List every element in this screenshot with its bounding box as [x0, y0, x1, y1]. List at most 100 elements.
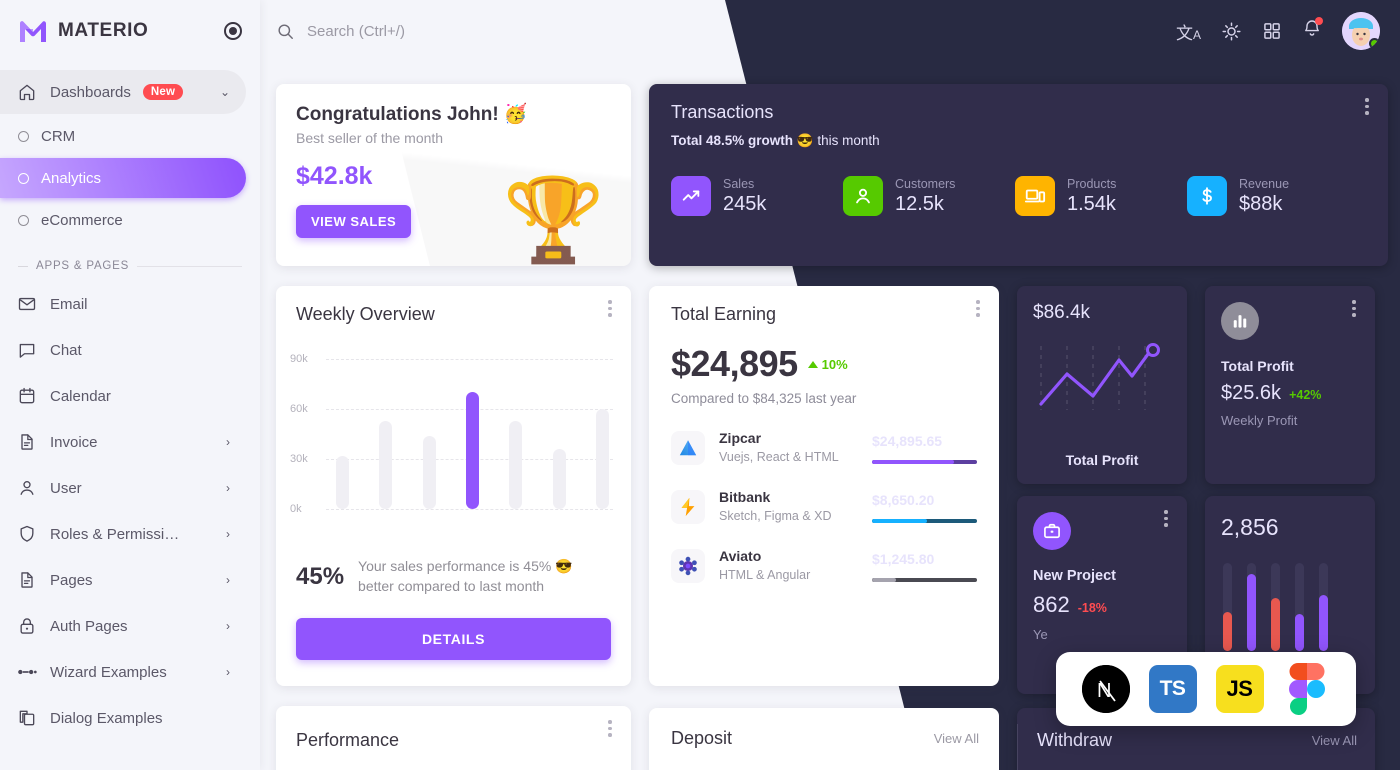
bitbank-logo — [671, 490, 705, 524]
item-amount-block: $1,245.80 — [872, 551, 977, 582]
chevron-right-icon[interactable]: › — [226, 619, 230, 633]
new-project-menu-button[interactable] — [1157, 510, 1175, 527]
tech-logo-panel: N TS JS — [1056, 652, 1356, 726]
item-desc: HTML & Angular — [719, 568, 811, 582]
sidebar-item-crm[interactable]: CRM — [0, 116, 246, 156]
transactions-card: Transactions Total 48.5% growth 😎 this m… — [649, 84, 1388, 266]
withdraw-view-all-link[interactable]: View All — [1312, 733, 1357, 748]
total-earning-title: Total Earning — [671, 304, 777, 324]
circle-outline-icon — [18, 214, 29, 226]
bar-th[interactable] — [465, 392, 479, 509]
sidebar-item-calendar[interactable]: Calendar — [0, 374, 246, 418]
sidebar-item-chat[interactable]: Chat — [0, 328, 246, 372]
transactions-growth: Total 48.5% growth 😎 — [671, 133, 814, 148]
list-item[interactable]: Aviato HTML & Angular $1,245.80 — [671, 548, 977, 584]
list-item[interactable]: Bitbank Sketch, Figma & XD $8,650.20 — [671, 489, 977, 525]
sales-bar-3[interactable] — [1271, 563, 1280, 651]
transactions-stats: Sales 245k Customers 12.5k Products 1.54k — [649, 149, 1388, 216]
deposit-view-all-link[interactable]: View All — [934, 731, 979, 746]
sidebar-label-roles: Roles & Permissi… — [50, 525, 180, 543]
apps-grid-icon[interactable] — [1262, 21, 1282, 41]
sidebar-item-auth-pages[interactable]: Auth Pages › — [0, 604, 246, 648]
figma-logo[interactable] — [1283, 663, 1331, 715]
performance-menu-button[interactable] — [601, 720, 619, 737]
chevron-right-icon[interactable]: › — [226, 527, 230, 541]
sidebar-label-chat: Chat — [50, 341, 82, 359]
copy-icon — [16, 707, 38, 729]
sidebar-item-email[interactable]: Email — [0, 282, 246, 326]
search-input[interactable]: Search (Ctrl+/) — [276, 22, 405, 41]
stat-sales: Sales 245k — [671, 175, 843, 216]
sidebar-label-crm: CRM — [41, 127, 76, 145]
sidebar-item-roles-permissions[interactable]: Roles & Permissi… › — [0, 512, 246, 556]
ytick-0k: 0k — [290, 503, 302, 515]
total-profit-caption: Total Profit — [1065, 452, 1139, 468]
sidebar-item-user[interactable]: User › — [0, 466, 246, 510]
view-sales-button[interactable]: VIEW SALES — [296, 205, 412, 238]
sidebar-item-wizard-examples[interactable]: Wizard Examples › — [0, 650, 246, 694]
item-name: Zipcar — [719, 430, 762, 446]
sidebar-item-ecommerce[interactable]: eCommerce — [0, 200, 246, 240]
sidebar-item-analytics[interactable]: Analytics — [0, 158, 246, 198]
item-amount: $1,245.80 — [872, 550, 935, 567]
sidebar-item-dialog-examples[interactable]: Dialog Examples — [0, 696, 246, 740]
total-earning-amount-row: $24,895 10% — [649, 325, 999, 385]
sales-bar-4[interactable] — [1295, 563, 1304, 651]
sales-bars-chart — [1205, 541, 1375, 651]
transactions-title: Transactions — [671, 102, 774, 122]
ytick-90k: 90k — [290, 353, 308, 365]
chevron-right-icon[interactable]: › — [226, 573, 230, 587]
search-placeholder: Search (Ctrl+/) — [307, 22, 405, 40]
performance-title: Performance — [296, 730, 400, 750]
withdraw-title: Withdraw — [1037, 730, 1113, 750]
bar-sa[interactable] — [552, 449, 566, 509]
chevron-right-icon[interactable]: › — [226, 481, 230, 495]
new-project-title: New Project — [1033, 568, 1116, 584]
avatar[interactable] — [1342, 12, 1380, 50]
sales-bar-1[interactable] — [1223, 563, 1232, 651]
bar-fr[interactable] — [509, 421, 523, 509]
item-name: Aviato — [719, 548, 762, 564]
details-button[interactable]: DETAILS — [296, 618, 611, 661]
item-amount: $8,650.20 — [872, 491, 935, 508]
chevron-right-icon[interactable]: › — [226, 665, 230, 679]
list-item[interactable]: Zipcar Vuejs, React & HTML $24,895.65 — [671, 430, 977, 466]
sales-bar-5[interactable] — [1319, 563, 1328, 651]
item-progress-track — [872, 577, 977, 582]
sidebar-label-dialog: Dialog Examples — [50, 709, 163, 727]
nextjs-logo[interactable]: N — [1081, 665, 1130, 713]
triangle-up-icon — [807, 360, 818, 368]
bar-mo[interactable] — [336, 456, 349, 509]
javascript-logo[interactable]: JS — [1215, 665, 1264, 713]
weekly-overview-card: Weekly Overview 90k 60k 30k 0k 45% Your … — [276, 286, 631, 686]
sidebar-item-dashboards[interactable]: Dashboards New ⌄ — [0, 70, 246, 114]
item-progress-fill — [872, 518, 927, 523]
currency-icon — [1187, 175, 1227, 216]
translate-icon[interactable]: 文A — [1176, 19, 1201, 44]
weekly-overview-menu-button[interactable] — [601, 300, 619, 317]
total-earning-amount: $24,895 — [671, 343, 798, 384]
new-project-percent: -18% — [1077, 601, 1107, 615]
sidebar-item-invoice[interactable]: Invoice › — [0, 420, 246, 464]
chevron-down-icon[interactable]: ⌄ — [220, 85, 230, 99]
bar-su[interactable] — [595, 409, 609, 509]
weekly-profit-amount: $25.6k — [1221, 382, 1282, 404]
total-earning-menu-button[interactable] — [969, 300, 987, 317]
theme-toggle-icon[interactable] — [1221, 21, 1242, 42]
item-progress-track — [872, 518, 977, 523]
lock-icon — [16, 615, 38, 637]
notifications-bell-icon[interactable] — [1302, 17, 1323, 44]
weekly-note: Your sales performance is 45% 😎 better c… — [358, 558, 573, 594]
sidebar-item-pages[interactable]: Pages › — [0, 558, 246, 602]
chevron-right-icon[interactable]: › — [226, 435, 230, 449]
weekly-profit-menu-button[interactable] — [1345, 300, 1363, 317]
weekly-profit-amount-row: $25.6k +42% — [1205, 374, 1375, 405]
item-amount-block: $24,895.65 — [872, 433, 977, 464]
transactions-menu-button[interactable] — [1358, 98, 1376, 115]
sales-bar-2[interactable] — [1247, 563, 1256, 651]
bar-tu[interactable] — [379, 421, 393, 509]
pin-circle-icon[interactable] — [224, 22, 242, 40]
shield-icon — [16, 523, 38, 545]
typescript-logo[interactable]: TS — [1148, 665, 1197, 713]
bar-we[interactable] — [422, 436, 436, 509]
